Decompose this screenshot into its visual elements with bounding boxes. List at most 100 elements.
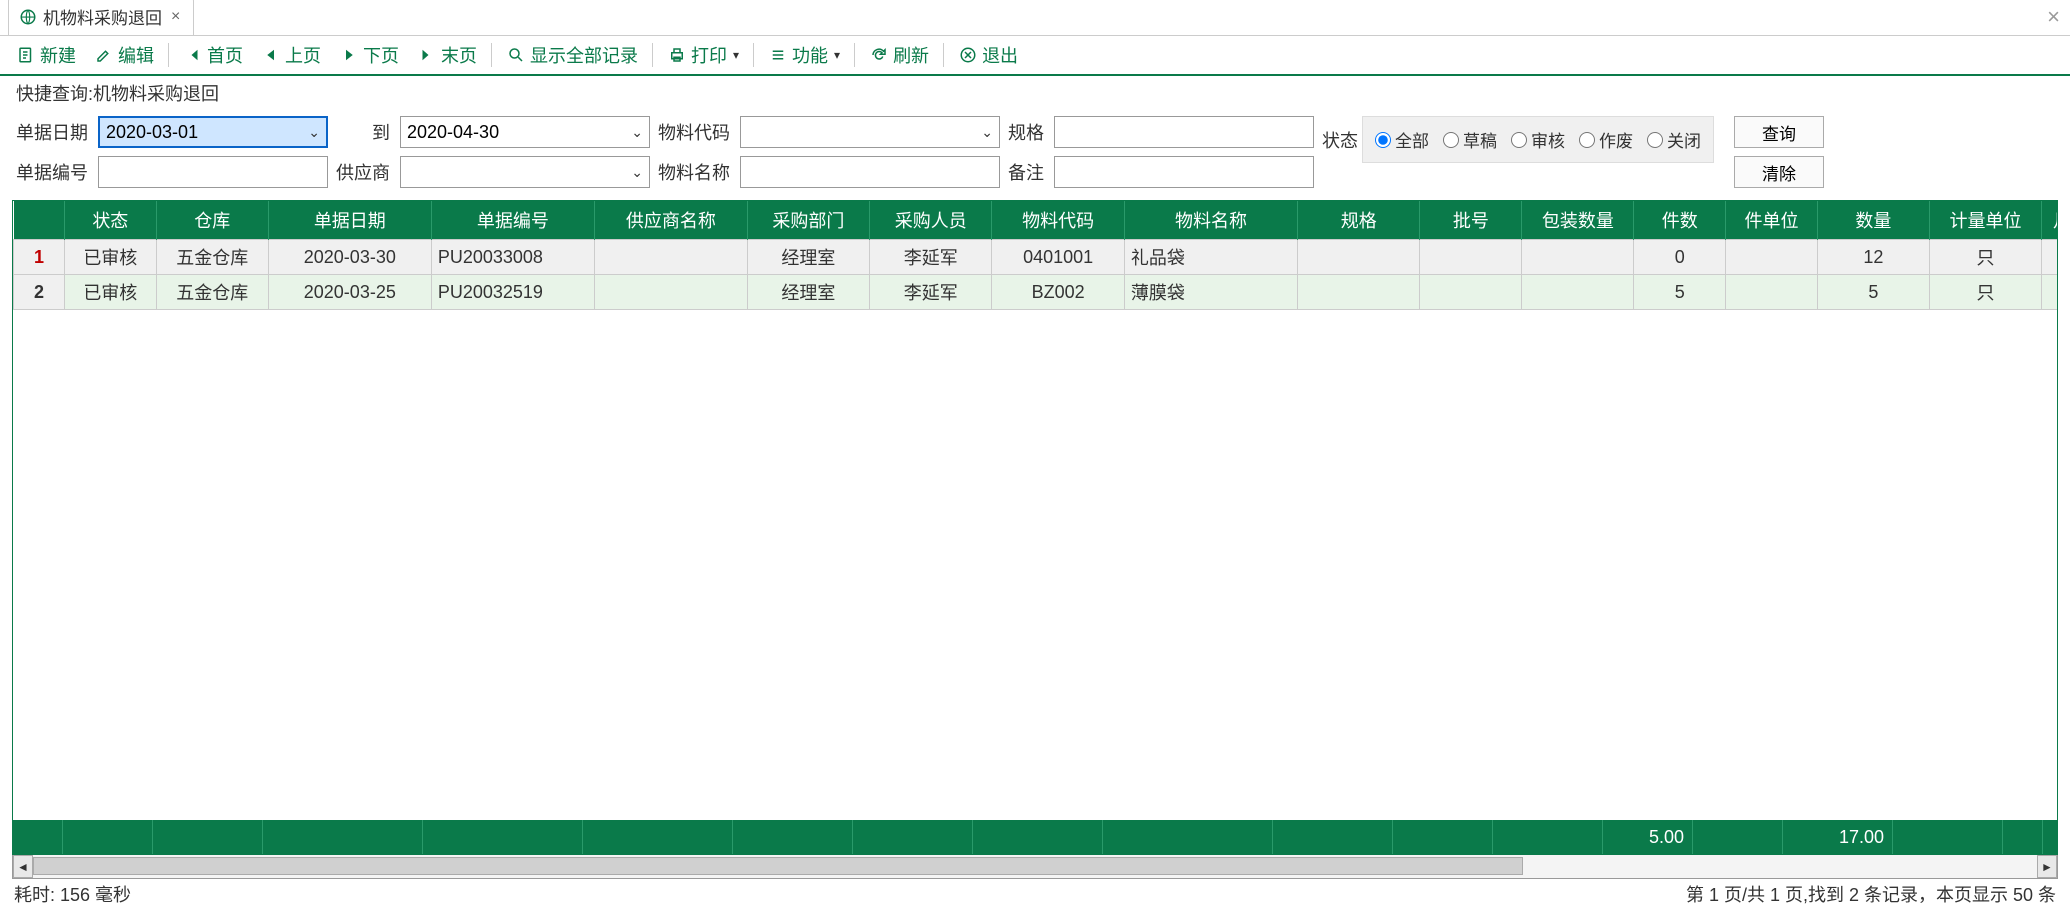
- col-qty[interactable]: 数量: [1817, 201, 1929, 240]
- tab-close-icon[interactable]: ×: [168, 8, 183, 26]
- chevron-down-icon[interactable]: ⌄: [631, 164, 643, 181]
- tab-active[interactable]: 机物料采购退回 ×: [8, 0, 194, 35]
- label-docdate: 单据日期: [16, 119, 90, 145]
- cell-warehouse: 五金仓库: [156, 240, 268, 275]
- tab-bar: 机物料采购退回 × ×: [0, 0, 2070, 36]
- horizontal-scrollbar[interactable]: ◄ ►: [12, 855, 2058, 879]
- cell-batch: [1420, 275, 1522, 310]
- chevron-down-icon[interactable]: ⌄: [981, 124, 993, 141]
- col-spec[interactable]: 规格: [1298, 201, 1420, 240]
- remark-input[interactable]: [1054, 156, 1314, 188]
- cell-pcsunit: [1726, 275, 1818, 310]
- date-end-input[interactable]: ⌄: [400, 116, 650, 148]
- cell-docno: PU20033008: [431, 240, 594, 275]
- cell-pcsunit: [1726, 240, 1818, 275]
- table-row[interactable]: 1已审核五金仓库2020-03-30PU20033008经理室李延军040100…: [14, 240, 2058, 275]
- prev-page-button[interactable]: 上页: [253, 38, 329, 72]
- status-audit[interactable]: 审核: [1511, 127, 1565, 152]
- col-matcode[interactable]: 物料代码: [992, 201, 1124, 240]
- label-spec: 规格: [1008, 119, 1046, 145]
- col-person[interactable]: 采购人员: [870, 201, 992, 240]
- next-page-button[interactable]: 下页: [331, 38, 407, 72]
- prev-page-icon: [261, 45, 281, 65]
- label-remark: 备注: [1008, 159, 1046, 185]
- status-pagination: 第 1 页/共 1 页,找到 2 条记录，本页显示 50 条: [1686, 881, 2056, 907]
- col-pcsunit[interactable]: 件单位: [1726, 201, 1818, 240]
- chevron-down-icon[interactable]: ⌄: [631, 124, 643, 141]
- label-status: 状态: [1322, 127, 1358, 153]
- col-pcs[interactable]: 件数: [1634, 201, 1726, 240]
- cell-pack: [1522, 240, 1634, 275]
- separator: [854, 43, 855, 67]
- label-matcode: 物料代码: [658, 119, 732, 145]
- show-all-button[interactable]: 显示全部记录: [498, 38, 646, 72]
- col-warehouse[interactable]: 仓库: [156, 201, 268, 240]
- col-rownum[interactable]: [14, 201, 65, 240]
- docno-input[interactable]: [98, 156, 328, 188]
- scroll-thumb[interactable]: [33, 857, 1523, 875]
- cell-matcode: BZ002: [992, 275, 1124, 310]
- table-row[interactable]: 2已审核五金仓库2020-03-25PU20032519经理室李延军BZ002薄…: [14, 275, 2058, 310]
- new-button[interactable]: 新建: [8, 38, 84, 72]
- refresh-button[interactable]: 刷新: [861, 38, 937, 72]
- cell-batch: [1420, 240, 1522, 275]
- print-icon: [667, 45, 687, 65]
- col-extra[interactable]: 月: [2042, 201, 2057, 240]
- col-pack[interactable]: 包装数量: [1522, 201, 1634, 240]
- status-all[interactable]: 全部: [1375, 127, 1429, 152]
- edit-button[interactable]: 编辑: [86, 38, 162, 72]
- chevron-down-icon[interactable]: ⌄: [308, 124, 320, 141]
- spec-input[interactable]: [1054, 116, 1314, 148]
- exit-button[interactable]: 退出: [950, 38, 1026, 72]
- print-button[interactable]: 打印▾: [659, 38, 747, 72]
- cell-extra: [2042, 275, 2057, 310]
- last-page-icon: [417, 45, 437, 65]
- scroll-left-icon[interactable]: ◄: [13, 855, 33, 878]
- toolbar: 新建 编辑 首页 上页 下页 末页 显示全部记录 打印▾ 功能▾ 刷新 退出: [0, 36, 2070, 76]
- table-header-row: 状态 仓库 单据日期 单据编号 供应商名称 采购部门 采购人员 物料代码 物料名…: [14, 201, 2058, 240]
- clear-button[interactable]: 清除: [1734, 156, 1824, 188]
- cell-rownum: 2: [14, 275, 65, 310]
- last-page-button[interactable]: 末页: [409, 38, 485, 72]
- separator: [491, 43, 492, 67]
- cell-pcs: 0: [1634, 240, 1726, 275]
- matcode-input[interactable]: ⌄: [740, 116, 1000, 148]
- new-icon: [16, 45, 36, 65]
- cell-supplier: [594, 275, 747, 310]
- matname-input[interactable]: [740, 156, 1000, 188]
- list-icon: [768, 45, 788, 65]
- chevron-down-icon: ▾: [834, 48, 840, 62]
- status-draft[interactable]: 草稿: [1443, 127, 1497, 152]
- col-matname[interactable]: 物料名称: [1124, 201, 1297, 240]
- function-button[interactable]: 功能▾: [760, 38, 848, 72]
- col-status[interactable]: 状态: [64, 201, 156, 240]
- cell-matcode: 0401001: [992, 240, 1124, 275]
- window-close-icon[interactable]: ×: [2047, 4, 2060, 30]
- cell-docdate: 2020-03-30: [268, 240, 431, 275]
- first-page-button[interactable]: 首页: [175, 38, 251, 72]
- cell-spec: [1298, 240, 1420, 275]
- col-docdate[interactable]: 单据日期: [268, 201, 431, 240]
- separator: [753, 43, 754, 67]
- supplier-input[interactable]: ⌄: [400, 156, 650, 188]
- col-batch[interactable]: 批号: [1420, 201, 1522, 240]
- cell-status: 已审核: [64, 275, 156, 310]
- col-unit[interactable]: 计量单位: [1929, 201, 2041, 240]
- separator: [652, 43, 653, 67]
- query-button[interactable]: 查询: [1734, 116, 1824, 148]
- cell-rownum: 1: [14, 240, 65, 275]
- status-close[interactable]: 关闭: [1647, 127, 1701, 152]
- label-docno: 单据编号: [16, 159, 90, 185]
- cell-matname: 薄膜袋: [1124, 275, 1297, 310]
- scroll-right-icon[interactable]: ►: [2037, 855, 2057, 878]
- col-docno[interactable]: 单据编号: [431, 201, 594, 240]
- cell-qty: 5: [1817, 275, 1929, 310]
- col-dept[interactable]: 采购部门: [747, 201, 869, 240]
- search-icon: [506, 45, 526, 65]
- status-bar: 耗时: 156 毫秒 第 1 页/共 1 页,找到 2 条记录，本页显示 50 …: [0, 879, 2070, 909]
- cell-dept: 经理室: [747, 275, 869, 310]
- status-void[interactable]: 作废: [1579, 127, 1633, 152]
- globe-icon: [19, 8, 37, 26]
- col-supplier[interactable]: 供应商名称: [594, 201, 747, 240]
- date-start-input[interactable]: ⌄: [98, 116, 328, 148]
